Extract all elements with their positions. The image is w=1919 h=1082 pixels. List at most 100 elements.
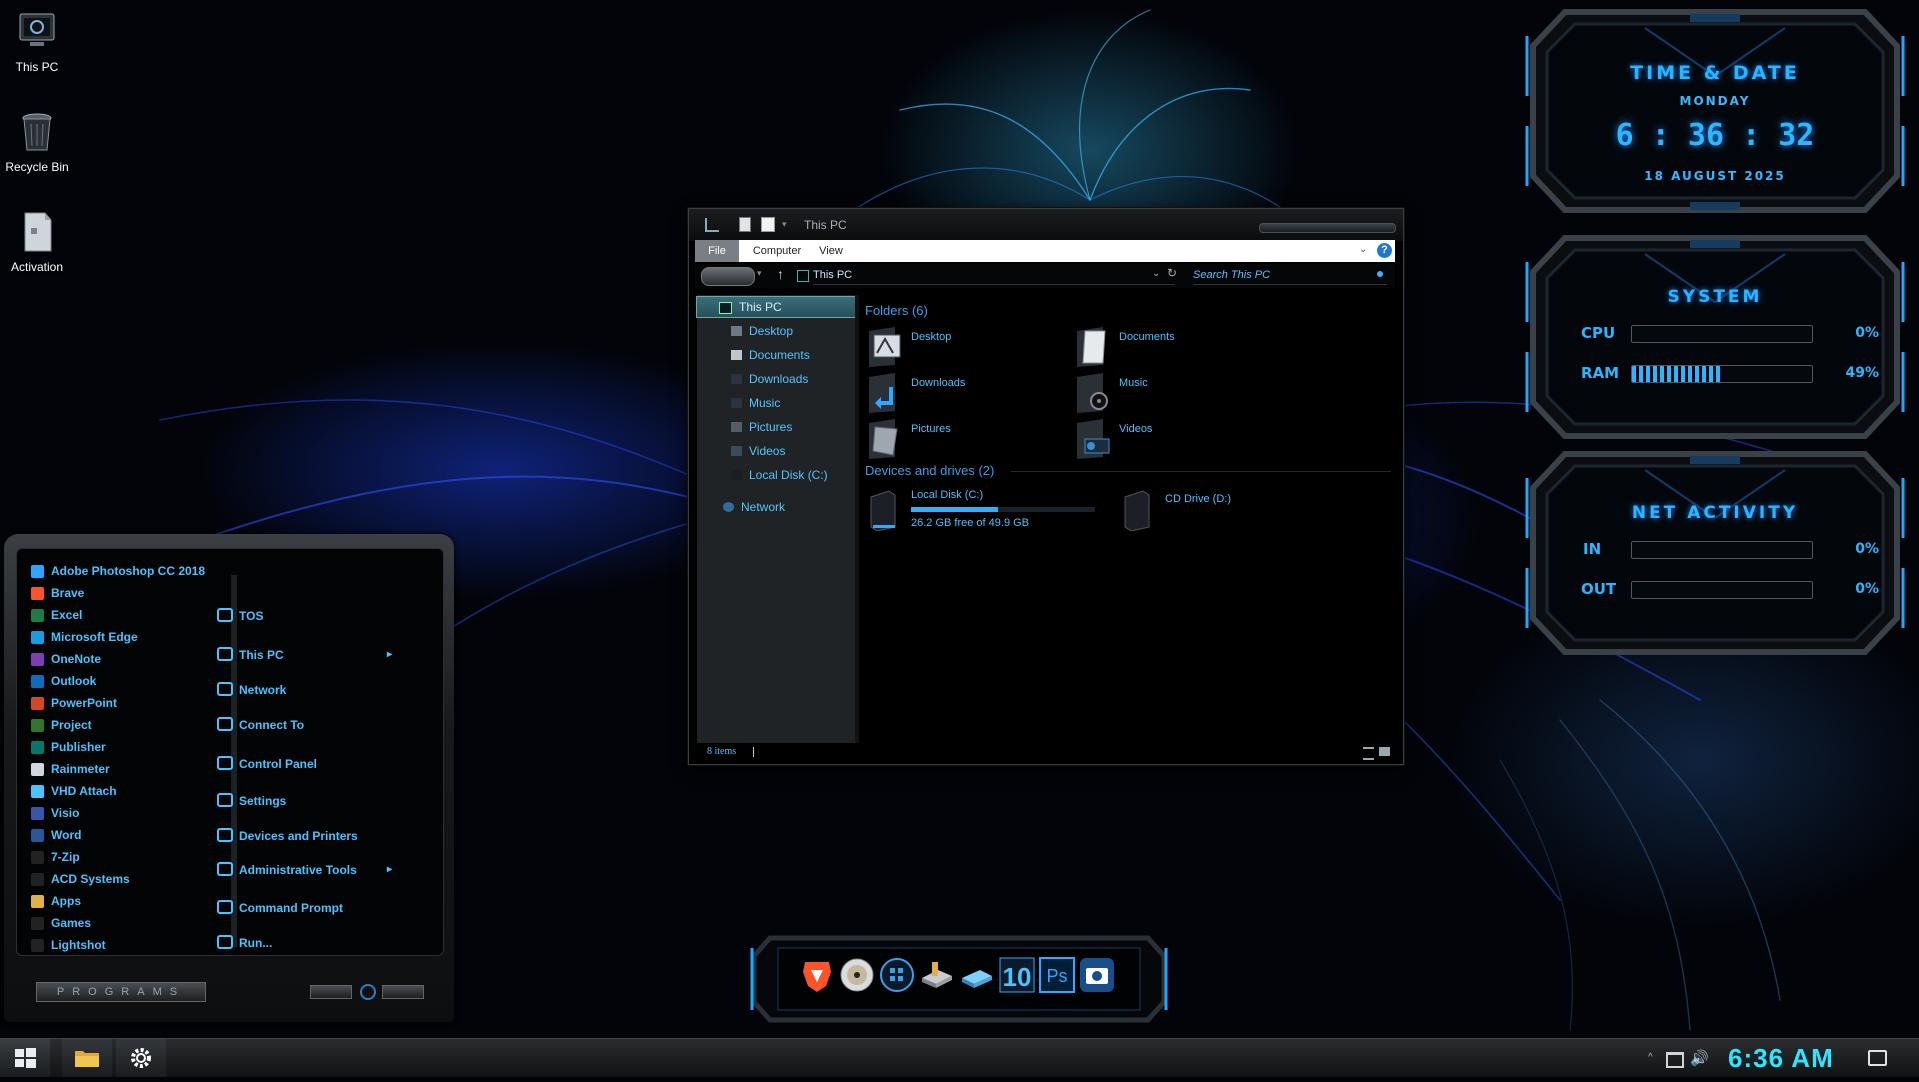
tab-view[interactable]: View xyxy=(811,240,851,262)
nav-item-documents[interactable]: Documents xyxy=(697,345,855,365)
content-pane: Folders (6) Desktop Documents Downloads … xyxy=(861,295,1397,743)
program-icon xyxy=(31,939,44,952)
all-programs-button[interactable]: PROGRAMS xyxy=(36,982,206,1002)
desktop-icon-recycle-bin[interactable]: Recycle Bin xyxy=(4,110,70,174)
tab-file[interactable]: File xyxy=(695,240,739,262)
lock-icon[interactable] xyxy=(360,984,376,1000)
nav-item-pictures[interactable]: Pictures xyxy=(697,417,855,437)
nav-item-local-disk[interactable]: Local Disk (C:) xyxy=(697,465,855,485)
desktop-folder-icon xyxy=(869,327,901,367)
cd-drive-icon xyxy=(1124,490,1150,531)
apps-icon[interactable] xyxy=(878,956,916,994)
windows-10-icon[interactable]: 10 xyxy=(998,956,1036,994)
printer-icon xyxy=(217,828,233,842)
drive-name: Local Disk (C:) xyxy=(911,489,984,501)
document-icon xyxy=(731,350,742,360)
place-item[interactable]: TOS xyxy=(217,608,359,623)
music-icon xyxy=(731,398,742,408)
chevron-down-icon[interactable]: ▾ xyxy=(782,219,787,230)
net-out-value: 0% xyxy=(1855,581,1879,597)
file-explorer-window: ▾ This PC File Computer View ⌄ ? ▾ ↑ Thi… xyxy=(688,208,1404,765)
title-bar[interactable]: ▾ This PC xyxy=(689,209,1403,241)
nav-item-desktop[interactable]: Desktop xyxy=(697,321,855,341)
net-out-meter xyxy=(1631,581,1813,599)
photoshop-icon[interactable]: Ps xyxy=(1038,956,1076,994)
program-icon xyxy=(31,697,44,710)
recent-locations-icon[interactable]: ▾ xyxy=(757,268,762,279)
settings-gear-icon[interactable] xyxy=(116,1039,166,1077)
program-label: Excel xyxy=(51,608,83,622)
refresh-icon[interactable]: ↻ xyxy=(1167,266,1177,280)
place-item[interactable]: Run... xyxy=(217,935,359,950)
large-icons-view-icon[interactable] xyxy=(1379,747,1390,756)
widget-title: SYSTEM xyxy=(1667,287,1763,307)
place-item[interactable]: Settings xyxy=(217,793,359,808)
folder-item[interactable]: Documents xyxy=(1073,325,1263,369)
new-folder-icon[interactable] xyxy=(761,217,775,232)
usb-drive-icon[interactable] xyxy=(958,956,996,994)
quick-access-icon[interactable] xyxy=(705,218,719,232)
nav-item-downloads[interactable]: Downloads xyxy=(697,369,855,389)
place-item[interactable]: Devices and Printers xyxy=(217,828,359,843)
nav-item-label: Videos xyxy=(749,444,786,458)
notifications-icon[interactable] xyxy=(1868,1050,1887,1066)
brave-icon[interactable] xyxy=(798,956,836,994)
drive-tools-icon[interactable] xyxy=(918,956,956,994)
drive-usage-fill xyxy=(911,507,999,512)
start-button[interactable] xyxy=(0,1039,50,1077)
dvd-icon[interactable] xyxy=(838,956,876,994)
search-icon[interactable] xyxy=(1377,271,1383,277)
back-forward-buttons[interactable] xyxy=(701,267,755,286)
clock-second: 32 xyxy=(1778,118,1815,153)
net-activity-widget: NET ACTIVITY IN 0% OUT 0% xyxy=(1525,448,1905,658)
nav-pane-divider[interactable] xyxy=(855,295,859,743)
download-icon xyxy=(731,374,742,384)
window-controls[interactable] xyxy=(1259,223,1396,233)
drive-item-d[interactable]: CD Drive (D:) xyxy=(1119,487,1309,531)
drive-item-c[interactable]: Local Disk (C:) 26.2 GB free of 49.9 GB xyxy=(865,487,1095,537)
folder-item[interactable]: Pictures xyxy=(865,417,1055,461)
desktop-icon-activation[interactable]: Activation xyxy=(4,210,70,274)
folder-item[interactable]: Desktop xyxy=(865,325,1055,369)
ribbon-expand-icon[interactable]: ⌄ xyxy=(1359,244,1367,255)
folder-item[interactable]: Downloads xyxy=(865,371,1055,415)
nav-item-videos[interactable]: Videos xyxy=(697,441,855,461)
tab-computer[interactable]: Computer xyxy=(749,240,805,262)
computer-icon xyxy=(217,647,233,661)
nav-item-music[interactable]: Music xyxy=(697,393,855,413)
program-icon xyxy=(31,675,44,688)
folder-label: Downloads xyxy=(911,377,966,389)
place-item[interactable]: Control Panel xyxy=(217,756,359,771)
drives-group-title: Devices and drives (2) xyxy=(865,463,995,478)
folder-item[interactable]: Music xyxy=(1073,371,1263,415)
show-hidden-icons-button[interactable]: ^ xyxy=(1648,1052,1653,1063)
details-view-icon[interactable] xyxy=(1363,747,1374,760)
volume-icon[interactable]: 🔊 xyxy=(1690,1049,1709,1067)
place-item[interactable]: Network xyxy=(217,682,359,697)
item-count: 8 items xyxy=(707,746,737,757)
properties-icon[interactable] xyxy=(739,217,751,232)
camera-icon[interactable] xyxy=(1078,956,1116,994)
power-options-button[interactable] xyxy=(382,985,424,999)
search-input[interactable]: Search This PC xyxy=(1193,267,1387,285)
help-icon[interactable]: ? xyxy=(1377,243,1392,258)
nav-item-this-pc[interactable]: This PC xyxy=(696,296,856,318)
shutdown-button[interactable] xyxy=(310,985,352,999)
ribbon-tabs: File Computer View ⌄ ? xyxy=(695,240,1395,262)
place-item[interactable]: Administrative Tools ▸ xyxy=(217,862,392,877)
desktop-icon-this-pc[interactable]: This PC xyxy=(4,10,70,74)
address-dropdown-icon[interactable]: ⌄ xyxy=(1152,268,1160,279)
file-explorer-icon[interactable] xyxy=(62,1039,112,1077)
address-bar[interactable]: This PC xyxy=(813,267,1175,285)
taskbar-clock[interactable]: 6:36 AM xyxy=(1728,1043,1834,1074)
program-icon xyxy=(31,917,44,930)
up-arrow-icon[interactable]: ↑ xyxy=(777,266,784,282)
widget-title: TIME & DATE xyxy=(1630,62,1800,84)
network-tray-icon[interactable] xyxy=(1666,1052,1684,1068)
place-item[interactable]: Command Prompt xyxy=(217,900,359,915)
place-item[interactable]: This PC ▸ xyxy=(217,647,392,662)
place-item[interactable]: Connect To xyxy=(217,717,359,732)
folder-item[interactable]: Videos xyxy=(1073,417,1263,461)
program-label: Games xyxy=(51,916,92,930)
nav-item-network[interactable]: Network xyxy=(697,497,855,517)
